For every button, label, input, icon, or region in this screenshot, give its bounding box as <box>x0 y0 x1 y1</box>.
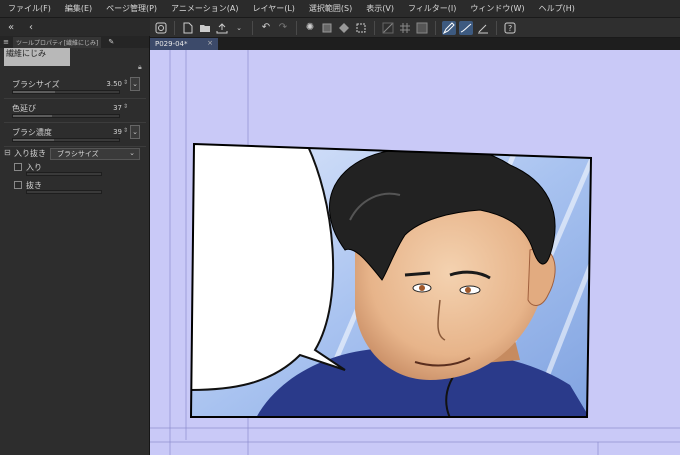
transform-icon[interactable] <box>337 21 351 35</box>
ruler-icon[interactable] <box>381 21 395 35</box>
brush-size-row: ブラシサイズ 3.50 ⇕ ⌄ <box>0 76 150 100</box>
redo-icon[interactable]: ↷ <box>276 21 290 35</box>
taper-row: ⊟ 入り抜き ブラシサイズ ⌄ <box>0 148 150 162</box>
undo-icon[interactable]: ↶ <box>259 21 273 35</box>
entry-row: 入り <box>12 163 142 179</box>
menu-item[interactable]: ヘルプ(H) <box>539 3 575 14</box>
close-icon[interactable]: × <box>207 39 213 47</box>
menu-bar: ファイル(F) 編集(E) ページ管理(P) アニメーション(A) レイヤー(L) 選択範… <box>0 0 680 18</box>
toolbar-separator <box>435 20 436 35</box>
divider <box>4 146 146 147</box>
grid-icon[interactable] <box>398 21 412 35</box>
entry-checkbox[interactable] <box>14 163 22 171</box>
menu-item[interactable]: 編集(E) <box>65 3 92 14</box>
color-stretch-row: 色延び 37 ⇕ <box>0 100 150 124</box>
brush-size-label: ブラシサイズ <box>12 80 60 89</box>
brush-density-slider[interactable] <box>12 138 120 142</box>
menu-item[interactable]: 表示(V) <box>366 3 394 14</box>
pen-pressure-icon[interactable] <box>476 21 490 35</box>
fill-icon[interactable] <box>320 21 334 35</box>
panel-tab-bar: ≡ ツールプロパティ[繊維にじみ] ✎ <box>0 36 149 48</box>
sub-tool-name: 繊維にじみ <box>4 48 70 66</box>
loading-icon[interactable]: ✺ <box>303 21 317 35</box>
comic-panel <box>191 144 591 417</box>
help-icon[interactable]: ? <box>503 21 517 35</box>
new-file-icon[interactable] <box>181 21 195 35</box>
color-stretch-value[interactable]: 37 <box>113 104 122 112</box>
toolbar-separator <box>252 20 253 35</box>
pen-icon[interactable] <box>442 20 456 35</box>
open-folder-icon[interactable] <box>198 21 212 35</box>
entry-slider[interactable] <box>26 172 102 176</box>
color-stretch-slider[interactable] <box>12 114 120 118</box>
divider <box>4 98 146 99</box>
brush-density-dynamics-button[interactable]: ⌄ <box>130 125 140 139</box>
toolbar-separator <box>374 20 375 35</box>
document-tab[interactable]: P029-04* × <box>150 38 218 50</box>
chevron-down-icon: ⌄ <box>129 149 135 157</box>
brush-size-dynamics-button[interactable]: ⌄ <box>130 77 140 91</box>
collapse-panel-icon[interactable]: « <box>4 20 18 34</box>
collapse-toggle-icon[interactable]: ⊟ <box>4 148 11 157</box>
brush-stabilizer-icon[interactable] <box>459 20 473 35</box>
exit-checkbox[interactable] <box>14 181 22 189</box>
brush-size-slider[interactable] <box>12 90 120 94</box>
spinner-icon[interactable]: ⇕ <box>123 127 128 134</box>
tool-property-panel: ≡ ツールプロパティ[繊維にじみ] ✎ 繊維にじみ 🔒︎ ブラシサイズ 3.50… <box>0 36 150 455</box>
color-stretch-label: 色延び <box>12 104 36 113</box>
canvas-area[interactable] <box>150 50 680 455</box>
menu-item[interactable]: ファイル(F) <box>8 3 51 14</box>
frame-icon[interactable] <box>415 21 429 35</box>
export-icon[interactable] <box>215 21 229 35</box>
taper-label: 入り抜き <box>14 149 46 158</box>
divider <box>4 122 146 123</box>
menu-item[interactable]: フィルター(I) <box>408 3 456 14</box>
menu-icon[interactable]: ≡ <box>2 35 10 49</box>
command-bar: ⌄ ↶ ↷ ✺ ? <box>150 18 680 38</box>
brush-size-value[interactable]: 3.50 <box>106 80 122 88</box>
menu-item[interactable]: アニメーション(A) <box>171 3 238 14</box>
toolbar-separator <box>174 20 175 35</box>
brush-density-value[interactable]: 39 <box>113 128 122 136</box>
panel-toolbar: « ‹ <box>0 18 150 36</box>
brush-density-row: ブラシ濃度 39 ⇕ ⌄ <box>0 124 150 148</box>
brush-tab-icon[interactable]: ✎ <box>104 35 118 49</box>
menu-item[interactable]: 選択範囲(S) <box>309 3 352 14</box>
toolbar-separator <box>296 20 297 35</box>
document-tab-label: P029-04* <box>155 40 188 48</box>
toolbar-separator <box>496 20 497 35</box>
tab-tool-property[interactable]: ツールプロパティ[繊維にじみ] <box>13 36 102 48</box>
taper-select-value: ブラシサイズ <box>57 150 99 158</box>
menu-item[interactable]: レイヤー(L) <box>252 3 294 14</box>
select-icon[interactable] <box>354 21 368 35</box>
lock-icon[interactable]: 🔒︎ <box>138 63 142 72</box>
back-icon[interactable]: ‹ <box>24 20 38 34</box>
menu-item[interactable]: ウィンドウ(W) <box>470 3 524 14</box>
taper-select[interactable]: ブラシサイズ ⌄ <box>50 148 140 160</box>
menu-item[interactable]: ページ管理(P) <box>106 3 157 14</box>
svg-text:?: ? <box>508 24 512 33</box>
spinner-icon[interactable]: ⇕ <box>123 79 128 86</box>
spinner-icon[interactable]: ⇕ <box>123 103 128 110</box>
app-icon[interactable] <box>154 21 168 35</box>
exit-slider[interactable] <box>26 190 102 194</box>
brush-density-label: ブラシ濃度 <box>12 128 52 137</box>
canvas-artwork <box>150 50 680 455</box>
exit-row: 抜き <box>12 181 142 197</box>
chevron-down-icon[interactable]: ⌄ <box>232 21 246 35</box>
